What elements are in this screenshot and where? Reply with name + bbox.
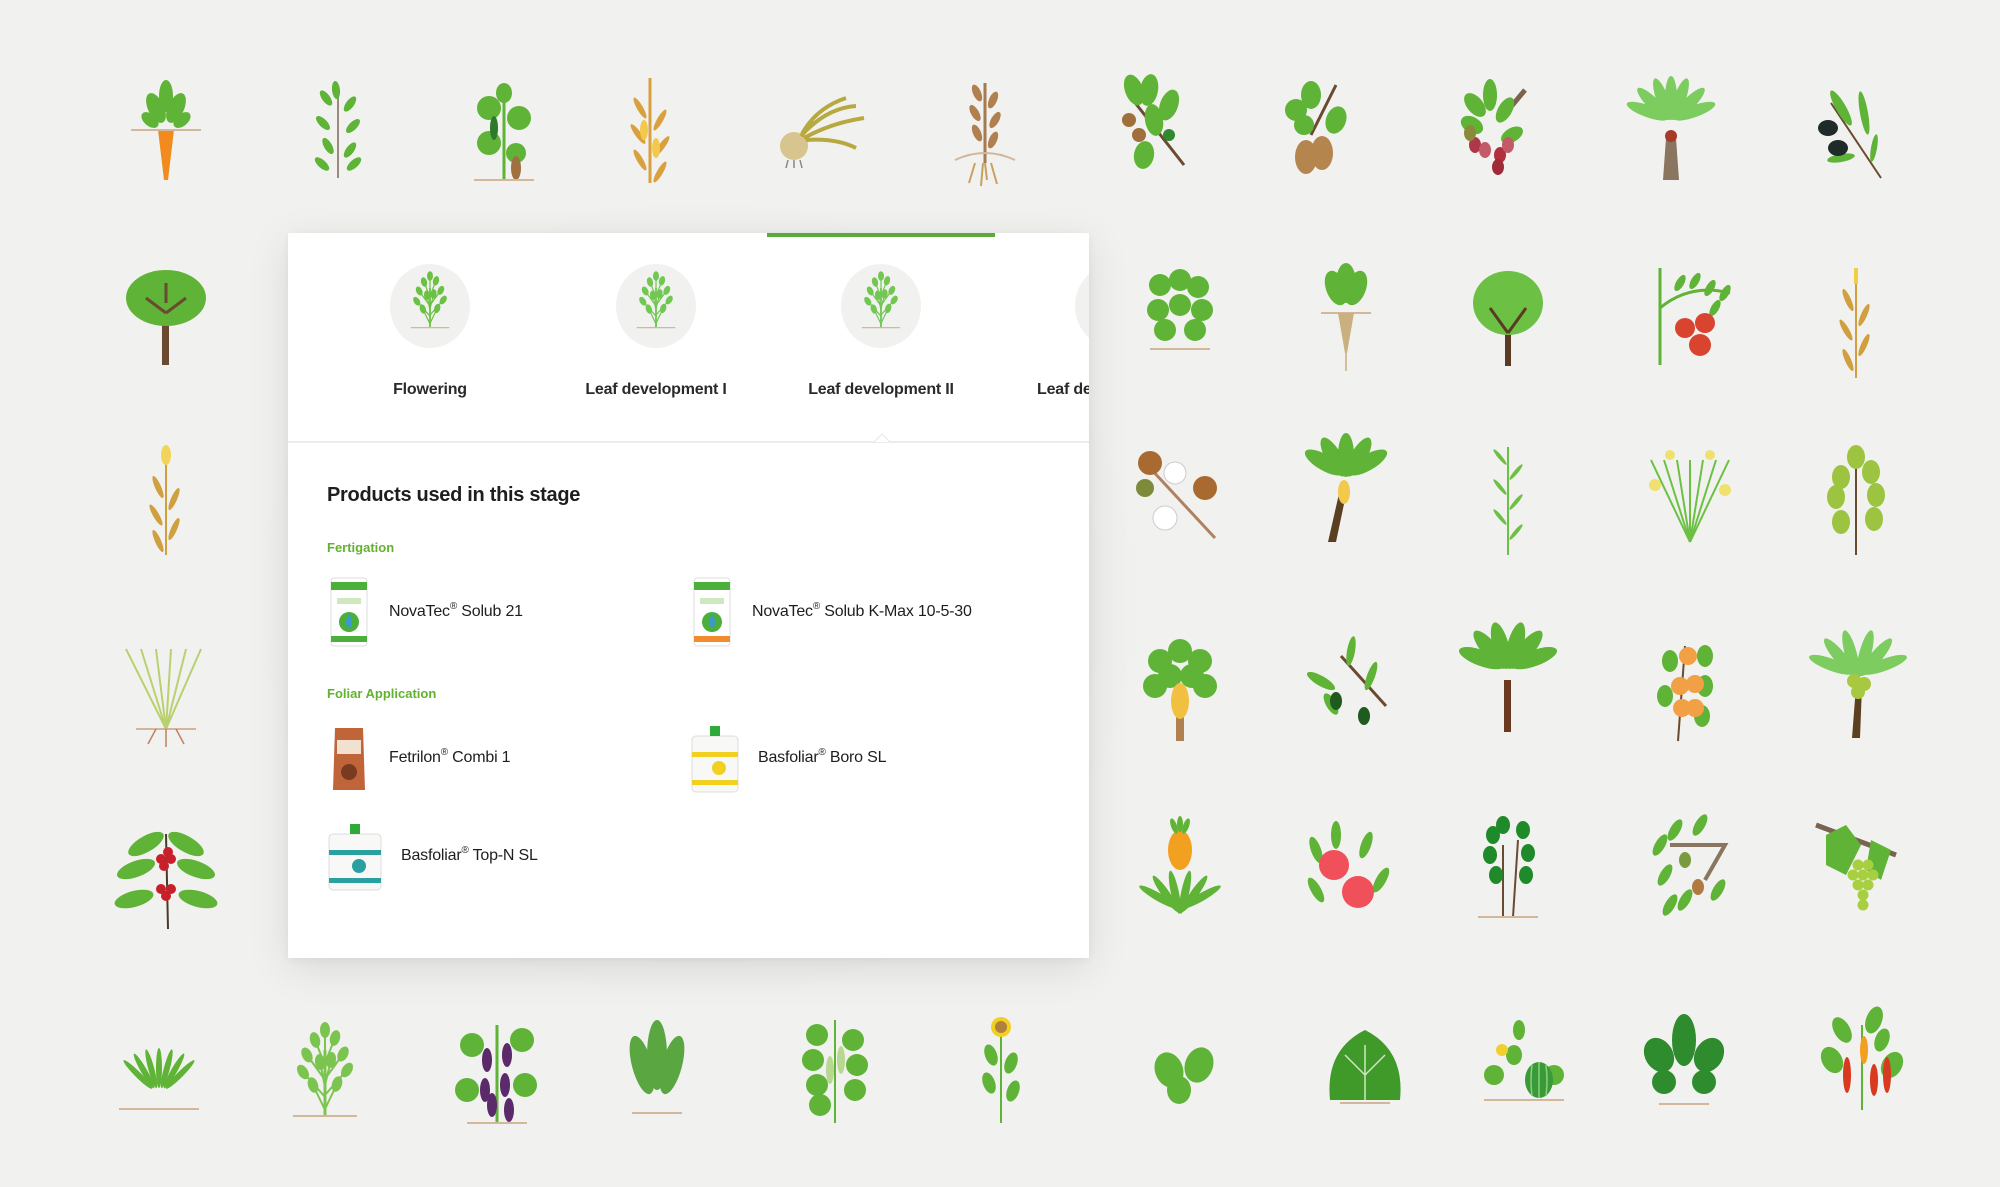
papaya-icon bbox=[1120, 626, 1240, 746]
product-novatec-solub-21[interactable]: NovaTec® Solub 21 bbox=[327, 575, 523, 649]
bean-icon bbox=[1796, 437, 1916, 557]
tomato-icon bbox=[1630, 253, 1750, 373]
banana-palm-icon bbox=[1286, 430, 1406, 550]
product-name: Fetrilon® Combi 1 bbox=[389, 747, 511, 766]
tea-icon bbox=[1448, 805, 1568, 925]
category-label-fertigation: Fertigation bbox=[327, 540, 395, 555]
fertilizer-bag-orange-icon bbox=[690, 576, 734, 648]
pineapple-icon bbox=[1120, 810, 1240, 930]
sugar-beet-icon bbox=[1286, 253, 1406, 373]
coconut-icon bbox=[1796, 626, 1916, 746]
product-name: Basfoliar® Top-N SL bbox=[401, 845, 538, 864]
stage-tabs: Flowering Leaf development I Leaf develo… bbox=[288, 233, 1089, 441]
watermelon-icon bbox=[1464, 1000, 1584, 1120]
shrub-icon bbox=[278, 68, 398, 188]
active-tab-indicator bbox=[767, 233, 995, 237]
zucchini-icon bbox=[1124, 1010, 1244, 1130]
cotton-icon bbox=[1120, 433, 1240, 553]
almond-tree-icon bbox=[1448, 253, 1568, 373]
tab-label: Leaf de bbox=[1037, 381, 1089, 398]
spinach-icon bbox=[1624, 1000, 1744, 1120]
tab-label: Leaf development II bbox=[808, 381, 954, 398]
cucumber-icon bbox=[444, 68, 564, 188]
coffee-icon bbox=[106, 814, 226, 934]
tab-leaf-development-1[interactable]: Leaf development I bbox=[542, 233, 770, 441]
tab-leaf-development-2[interactable]: Leaf development II bbox=[767, 233, 995, 441]
sugarcane-grass-icon bbox=[106, 629, 226, 749]
apricot-icon bbox=[1630, 626, 1750, 746]
fertilizer-bag-green-icon bbox=[327, 576, 371, 648]
lettuce-icon bbox=[597, 1005, 717, 1125]
grass-icon bbox=[99, 1005, 219, 1125]
hazelnut-icon bbox=[1094, 60, 1214, 180]
alfalfa-icon bbox=[265, 1010, 385, 1130]
tab-flowering[interactable]: Flowering bbox=[316, 233, 544, 441]
grape-icon bbox=[1796, 805, 1916, 925]
fertilizer-bag-brown-icon bbox=[327, 722, 371, 794]
pistachio-icon bbox=[1630, 805, 1750, 925]
product-basfoliar-top-n-sl[interactable]: Basfoliar® Top-N SL bbox=[327, 819, 538, 893]
rice-icon bbox=[1630, 430, 1750, 550]
strawberry-icon bbox=[1120, 245, 1240, 365]
tab-label: Flowering bbox=[393, 381, 467, 398]
onion-icon bbox=[756, 68, 876, 188]
product-name: NovaTec® Solub K-Max 10-5-30 bbox=[752, 601, 972, 620]
date-palm-icon bbox=[1611, 68, 1731, 188]
product-basfoliar-boro-sl[interactable]: Basfoliar® Boro SL bbox=[690, 721, 886, 795]
flowering-plant-icon bbox=[390, 264, 470, 348]
product-fetrilon-combi-1[interactable]: Fetrilon® Combi 1 bbox=[327, 721, 511, 795]
soybean-icon bbox=[925, 68, 1045, 188]
pomegranate-icon bbox=[1286, 810, 1406, 930]
pea-icon bbox=[775, 1005, 895, 1125]
sugarcane-icon bbox=[1448, 437, 1568, 557]
sunflower-icon bbox=[941, 1005, 1061, 1125]
product-name: Basfoliar® Boro SL bbox=[758, 747, 887, 766]
cabbage-icon bbox=[1305, 1005, 1425, 1125]
leaf-development-plant-icon bbox=[841, 264, 921, 348]
corn-icon bbox=[590, 68, 710, 188]
eggplant-icon bbox=[437, 1010, 557, 1130]
kiwi-icon bbox=[1256, 65, 1376, 185]
lychee-icon bbox=[1430, 65, 1550, 185]
leaf-development-plant-icon bbox=[1075, 264, 1089, 348]
product-name: NovaTec® Solub 21 bbox=[389, 601, 523, 620]
canister-teal-icon bbox=[327, 820, 383, 892]
carrot-icon bbox=[106, 68, 226, 188]
chili-pepper-icon bbox=[1802, 995, 1922, 1115]
category-label-foliar-application: Foliar Application bbox=[327, 686, 437, 701]
avocado-icon bbox=[1286, 626, 1406, 746]
millet-icon bbox=[106, 437, 226, 557]
tab-label: Leaf development I bbox=[585, 381, 727, 398]
olive-icon bbox=[1786, 68, 1906, 188]
leaf-development-plant-icon bbox=[616, 264, 696, 348]
crop-stage-card: Flowering Leaf development I Leaf develo… bbox=[288, 233, 1089, 958]
banana-icon bbox=[1448, 620, 1568, 740]
tabs-divider bbox=[288, 441, 1089, 443]
active-tab-caret bbox=[873, 433, 891, 442]
product-novatec-solub-k-max[interactable]: NovaTec® Solub K-Max 10-5-30 bbox=[690, 575, 972, 649]
tree-icon bbox=[106, 253, 226, 373]
wheat-icon bbox=[1796, 260, 1916, 380]
canister-yellow-icon bbox=[690, 722, 740, 794]
products-section-title: Products used in this stage bbox=[327, 484, 581, 506]
tab-leaf-development-3[interactable]: Leaf de bbox=[1037, 233, 1089, 441]
